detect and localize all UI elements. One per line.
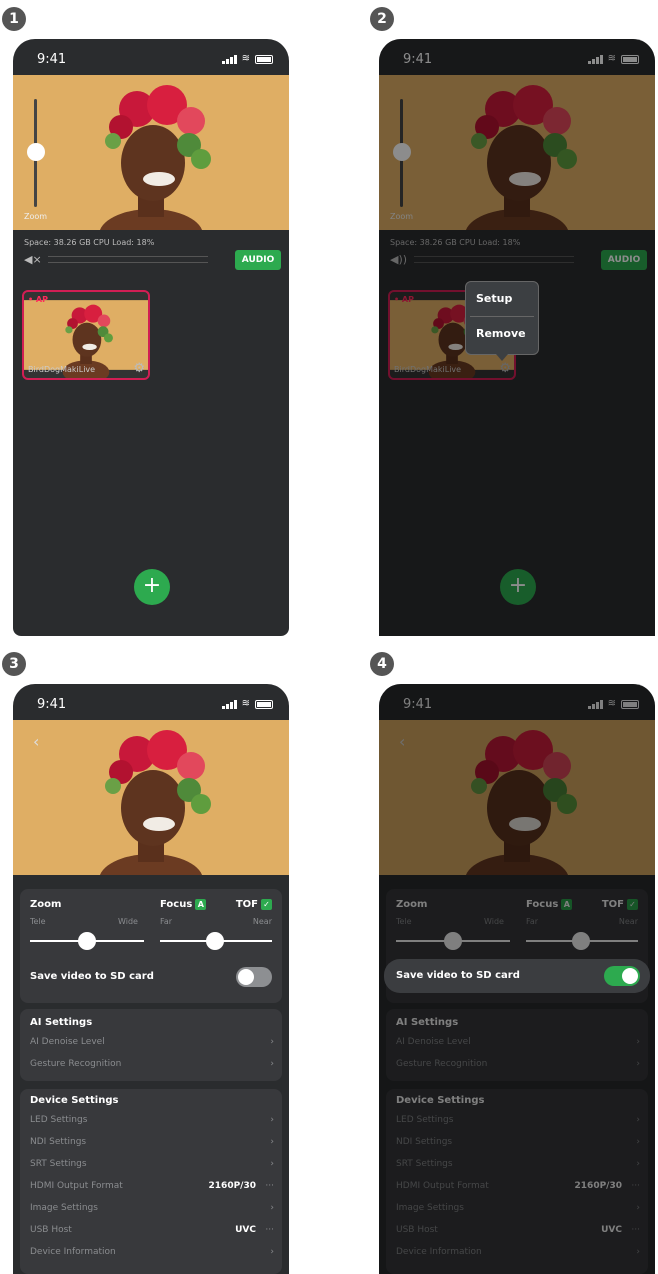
chevron-right-icon: › xyxy=(270,1137,274,1147)
battery-icon xyxy=(255,700,273,709)
led-settings-row[interactable]: LED Settings› xyxy=(30,1115,274,1133)
ai-denoise-row[interactable]: AI Denoise Level› xyxy=(30,1037,274,1055)
status-time: 9:41 xyxy=(37,52,67,67)
device-info-row[interactable]: Device Information› xyxy=(30,1247,274,1265)
step-badge-1: 1 xyxy=(2,7,26,31)
save-sd-toggle[interactable] xyxy=(604,966,640,986)
gesture-row[interactable]: Gesture Recognition› xyxy=(30,1059,274,1077)
signal-icon xyxy=(587,55,603,64)
audio-button[interactable]: AUDIO xyxy=(601,250,647,270)
ndi-settings-row[interactable]: NDI Settings› xyxy=(30,1137,274,1155)
ai-settings-title: AI Settings xyxy=(30,1017,93,1028)
wide-label: Wide xyxy=(118,917,138,926)
source-badge: • AP xyxy=(28,295,48,304)
source-badge: • AP xyxy=(394,295,414,304)
status-bar: 9:41 ≋ xyxy=(379,39,655,75)
chevron-right-icon: › xyxy=(270,1059,274,1069)
source-name: BirdDogMakiLive xyxy=(394,365,462,374)
status-bar: 9:41 ≋ xyxy=(13,39,289,75)
phone-screen-live: 9:41 ≋ Zoom Space: 38.26 GB CPU Load: 18… xyxy=(13,39,289,636)
hdmi-value: 2160P/30 xyxy=(208,1181,256,1191)
lens-controls-card: Zoom Focus A TOF ✓ Tele Wide Far Near Save… xyxy=(20,889,282,1003)
tof-checkbox[interactable]: ✓ xyxy=(261,899,272,910)
gear-icon[interactable]: ⚙ xyxy=(133,361,145,376)
battery-icon xyxy=(255,55,273,64)
phone-screen-context-menu: 9:41 ≋ Zoom Space: 38.26 GB CPU Load: 18… xyxy=(379,39,655,636)
chevron-right-icon: › xyxy=(270,1203,274,1213)
save-sd-highlight-row[interactable]: Save video to SD card xyxy=(384,959,650,993)
status-bar: 9:41 ≋ xyxy=(13,684,289,720)
system-info: Space: 38.26 GB CPU Load: 18% xyxy=(390,238,521,247)
wifi-icon: ≋ xyxy=(607,53,616,64)
signal-icon xyxy=(221,700,237,709)
focus-slider-knob[interactable] xyxy=(206,932,224,950)
zoom-slider-knob[interactable] xyxy=(393,143,411,161)
camera-preview xyxy=(13,75,289,230)
system-info: Space: 38.26 GB CPU Load: 18% xyxy=(24,238,155,247)
phone-screen-settings-sd-enabled: 9:41 ≋ ‹ Zoom FocusA TOF✓ Tele Wide Far … xyxy=(379,684,655,1274)
signal-icon xyxy=(221,55,237,64)
step-badge-4: 4 xyxy=(370,652,394,676)
mute-icon[interactable]: ◀× xyxy=(24,253,42,266)
device-settings-title: Device Settings xyxy=(30,1095,119,1106)
camera-preview xyxy=(379,75,655,230)
tele-label: Tele xyxy=(30,917,46,926)
near-label: Near xyxy=(252,917,272,926)
status-time: 9:41 xyxy=(403,52,433,67)
chevron-right-icon: › xyxy=(270,1247,274,1257)
battery-icon xyxy=(621,55,639,64)
save-sd-toggle[interactable] xyxy=(236,967,272,987)
wifi-icon: ≋ xyxy=(241,698,250,709)
audio-meter xyxy=(414,256,574,263)
device-settings-card: Device Settings LED Settings› NDI Settin… xyxy=(20,1089,282,1274)
focus-title: FocusA xyxy=(160,899,207,910)
ai-settings-card: AI Settings AI Denoise Level› Gesture Re… xyxy=(20,1009,282,1081)
audio-button[interactable]: AUDIO xyxy=(235,250,281,270)
srt-settings-row[interactable]: SRT Settings› xyxy=(30,1159,274,1177)
audio-meter xyxy=(48,256,208,263)
chevron-right-icon: › xyxy=(270,1037,274,1047)
save-sd-label: Save video to SD card xyxy=(396,970,520,981)
add-source-button[interactable]: + xyxy=(134,569,170,605)
speaker-icon[interactable]: ◀)) xyxy=(390,253,407,266)
add-source-button[interactable]: + xyxy=(500,569,536,605)
zoom-slider-knob[interactable] xyxy=(27,143,45,161)
source-name: BirdDogMakiLive xyxy=(28,365,96,374)
focus-auto-tag[interactable]: A xyxy=(195,899,207,910)
usb-host-row[interactable]: USB HostUVC··· xyxy=(30,1225,274,1243)
zoom-label: Zoom xyxy=(24,212,48,221)
zoom-label: Zoom xyxy=(390,212,414,221)
hdmi-output-row[interactable]: HDMI Output Format2160P/30··· xyxy=(30,1181,274,1199)
phone-screen-settings: 9:41 ≋ ‹ Zoom Focus A TOF ✓ Tele Wide Far … xyxy=(13,684,289,1274)
image-settings-row[interactable]: Image Settings› xyxy=(30,1203,274,1221)
menu-item-remove[interactable]: Remove xyxy=(466,317,538,351)
step-badge-3: 3 xyxy=(2,652,26,676)
chevron-right-icon: › xyxy=(270,1115,274,1125)
more-icon: ··· xyxy=(265,1181,274,1191)
usb-value: UVC xyxy=(235,1225,256,1235)
far-label: Far xyxy=(160,917,173,926)
back-icon[interactable]: ‹ xyxy=(33,732,39,751)
menu-item-setup[interactable]: Setup xyxy=(466,282,538,316)
zoom-slider-knob[interactable] xyxy=(78,932,96,950)
context-menu: Setup Remove xyxy=(465,281,539,361)
save-sd-label: Save video to SD card xyxy=(30,971,154,982)
zoom-title: Zoom xyxy=(30,899,62,910)
gear-icon[interactable]: ⚙ xyxy=(499,361,511,376)
source-thumbnail[interactable]: • AP BirdDogMakiLive ⚙ xyxy=(22,290,150,380)
step-badge-2: 2 xyxy=(370,7,394,31)
camera-preview xyxy=(13,720,289,875)
wifi-icon: ≋ xyxy=(241,53,250,64)
more-icon: ··· xyxy=(265,1225,274,1235)
status-time: 9:41 xyxy=(37,697,67,712)
chevron-right-icon: › xyxy=(270,1159,274,1169)
tof-title: TOF✓ xyxy=(236,899,272,910)
